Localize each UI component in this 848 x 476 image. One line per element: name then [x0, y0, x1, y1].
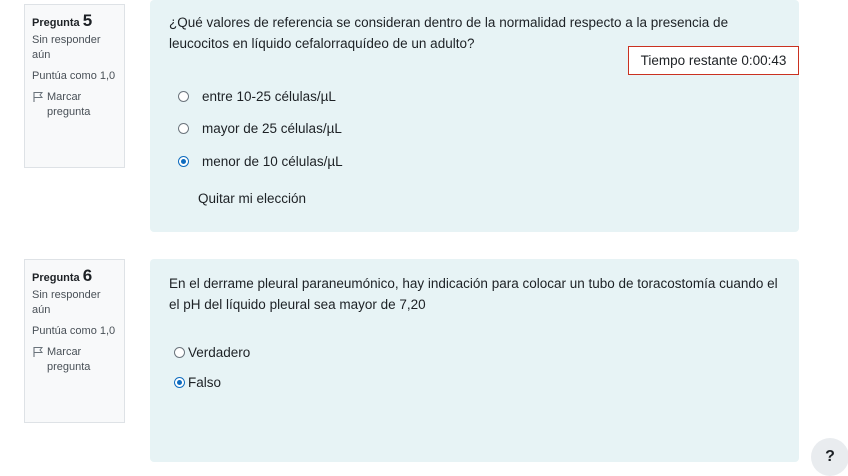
answer-option[interactable]: Verdadero: [174, 342, 250, 363]
question-label: Pregunta: [32, 17, 80, 29]
flag-label: Marcar pregunta: [47, 91, 91, 118]
radio-button-selected[interactable]: [178, 156, 189, 167]
question-info-5: Pregunta 5 Sin responder aún Puntúa como…: [24, 4, 125, 168]
radio-button[interactable]: [178, 91, 189, 102]
answer-label[interactable]: entre 10-25 células/µL: [202, 86, 336, 107]
question-number-heading: Pregunta 6: [32, 266, 117, 286]
question-text: En el derrame pleural paraneumónico, hay…: [169, 276, 778, 312]
question-grade: Puntúa como 1,0: [32, 70, 116, 82]
answer-label[interactable]: mayor de 25 células/µL: [202, 118, 342, 139]
flag-icon: [33, 92, 44, 102]
help-button[interactable]: ?: [811, 438, 848, 476]
question-state: Sin responder aún: [32, 34, 101, 61]
answer-label[interactable]: Falso: [188, 372, 221, 393]
flag-question-button[interactable]: Marcar pregunta: [32, 90, 117, 120]
radio-button[interactable]: [174, 347, 185, 358]
question-info-6: Pregunta 6 Sin responder aún Puntúa como…: [24, 259, 125, 423]
clear-choice-link[interactable]: Quitar mi elección: [198, 188, 306, 209]
flag-icon: [33, 347, 44, 357]
quiz-timer: Tiempo restante 0:00:43: [628, 46, 799, 75]
question-label: Pregunta: [32, 272, 80, 284]
question-grade: Puntúa como 1,0: [32, 325, 116, 337]
answer-option[interactable]: mayor de 25 células/µL: [178, 118, 342, 139]
answer-option[interactable]: entre 10-25 células/µL: [178, 86, 336, 107]
radio-button-selected[interactable]: [174, 377, 185, 388]
answer-label[interactable]: Verdadero: [188, 342, 250, 363]
answer-label[interactable]: menor de 10 células/µL: [202, 151, 343, 172]
question-number: 5: [82, 11, 93, 30]
question-number: 6: [82, 266, 93, 285]
question-number-heading: Pregunta 5: [32, 11, 117, 31]
answer-option[interactable]: Falso: [174, 372, 221, 393]
answer-option[interactable]: menor de 10 células/µL: [178, 151, 343, 172]
radio-button[interactable]: [178, 123, 189, 134]
flag-question-button[interactable]: Marcar pregunta: [32, 345, 117, 375]
flag-label: Marcar pregunta: [47, 346, 91, 373]
question-state: Sin responder aún: [32, 289, 101, 316]
